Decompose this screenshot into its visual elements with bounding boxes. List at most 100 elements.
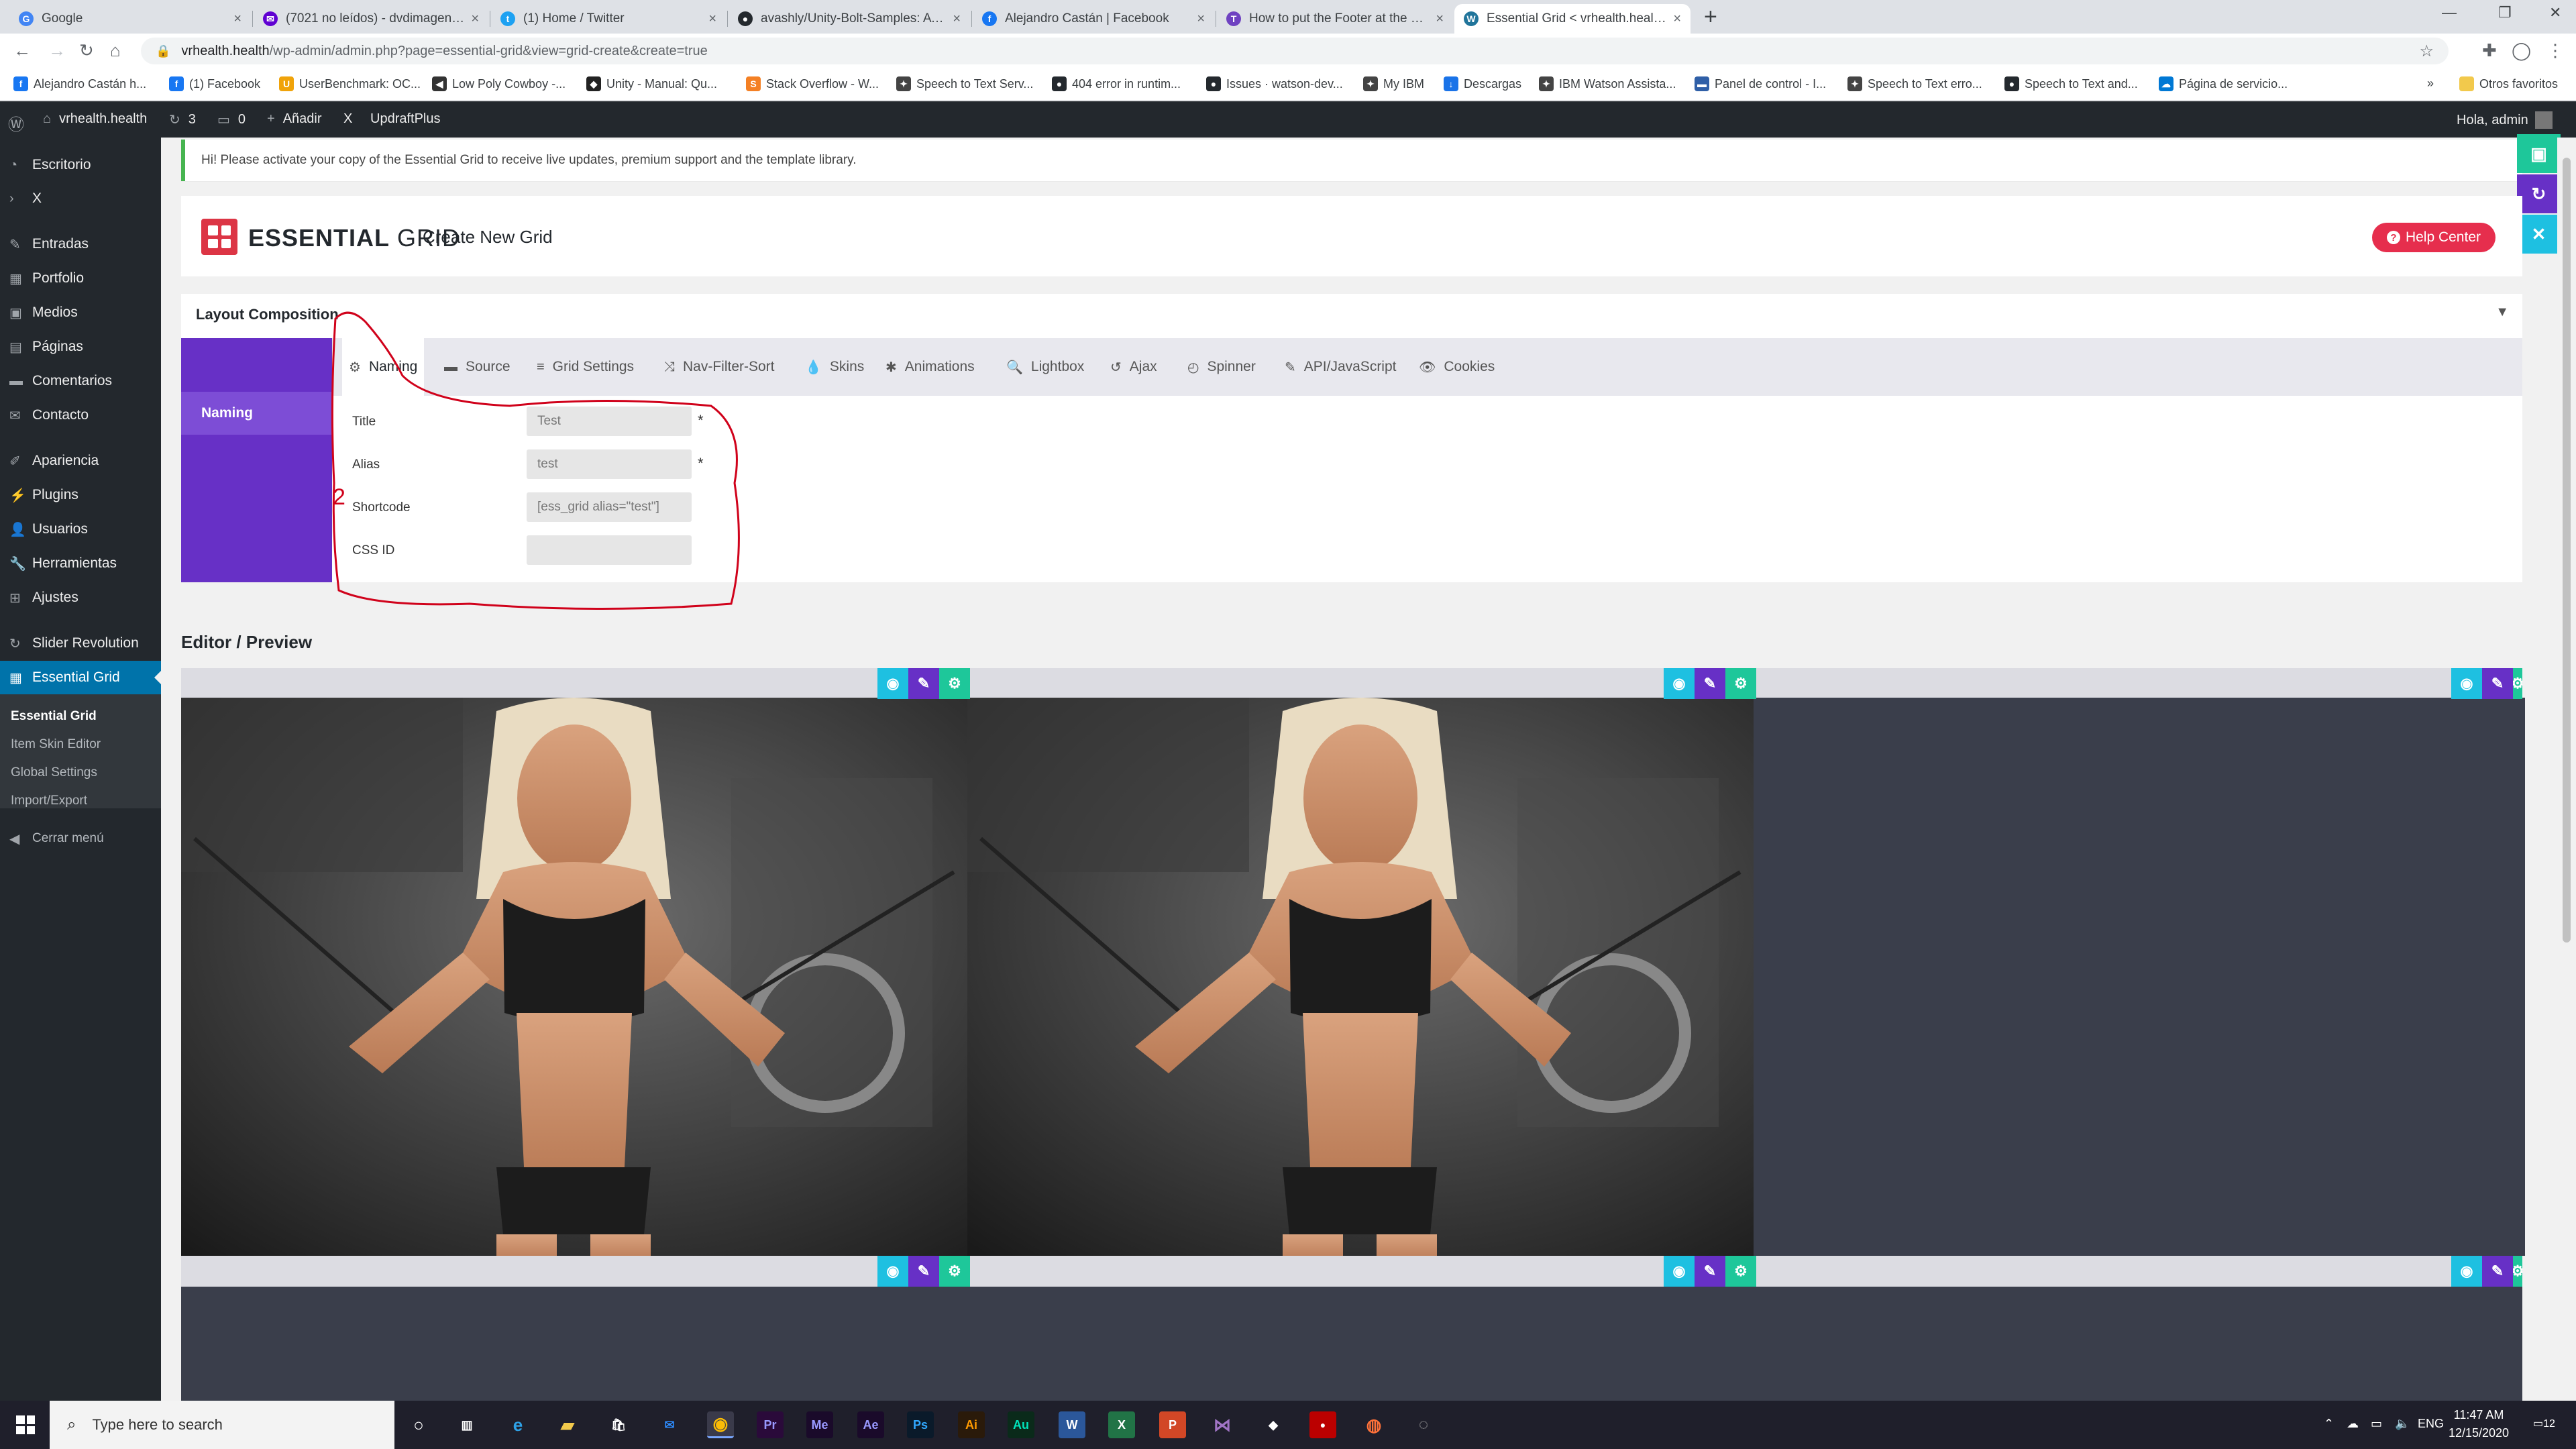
menu-kebab-icon[interactable]: ⋮ [2546,40,2564,61]
tab-grid-settings[interactable]: ≡ Grid Settings [537,338,634,396]
close-icon[interactable]: × [708,11,716,27]
forward-arrow-icon[interactable]: → [48,40,66,61]
media-encoder-icon[interactable]: Me [806,1411,833,1438]
page-scrollbar[interactable] [2557,138,2576,1401]
address-bar[interactable]: 🔒 vrhealth.health/wp-admin/admin.php?pag… [141,38,2449,64]
illustrator-icon[interactable]: Ai [958,1411,985,1438]
comments-link[interactable]: ▭ 0 [217,111,246,128]
system-clock[interactable]: 11:47 AM 12/15/2020 [2442,1406,2516,1442]
tab-nav-filter-sort[interactable]: ⤨ Nav-Filter-Sort [664,338,775,396]
bookmark-item[interactable]: ✦ IBM Watson Assista... [1539,76,1676,91]
bookmark-item[interactable]: ● Speech to Text and... [2004,76,2138,91]
scrollbar-thumb[interactable] [2563,158,2571,943]
tab-github[interactable]: ● avashly/Unity-Bolt-Samples: A co... × [729,4,970,34]
eye-icon[interactable]: ◉ [877,668,908,699]
pencil-icon[interactable]: ✎ [1695,1256,1725,1287]
extensions-icon[interactable]: ✚ [2482,40,2497,61]
refresh-icon[interactable]: ↻ [2517,174,2561,213]
site-name-link[interactable]: ⌂ vrhealth.health [43,111,147,127]
gear-icon[interactable]: ⚙ [1725,1256,1756,1287]
pencil-icon[interactable]: ✎ [908,1256,939,1287]
gear-icon[interactable]: ⚙ [1725,668,1756,699]
close-icon[interactable]: × [233,11,241,27]
bookmark-item[interactable]: ◀ Low Poly Cowboy -... [432,76,566,91]
pencil-icon[interactable]: ✎ [908,668,939,699]
tab-lightbox[interactable]: 🔍 Lightbox [1006,338,1084,396]
store-icon[interactable]: 🛍 [605,1411,632,1438]
tab-essential-grid[interactable]: W Essential Grid < vrhealth.health — × [1454,4,1690,34]
sidebar-item-x[interactable]: › X [0,182,161,215]
grid-item-empty[interactable] [1754,698,2525,1256]
gear-icon[interactable]: ⚙ [939,668,970,699]
app-icon[interactable]: ◌ [1410,1411,1437,1438]
tab-skins[interactable]: 💧 Skins [805,338,864,396]
bookmark-item[interactable]: ↓ Descargas [1444,76,1521,91]
alias-input[interactable] [527,449,692,479]
sidebar-item-slider-revolution[interactable]: ↻ Slider Revolution [0,627,161,660]
sidebar-item-usuarios[interactable]: 👤 Usuarios [0,513,161,546]
after-effects-icon[interactable]: Ae [857,1411,884,1438]
eye-icon[interactable]: ◉ [877,1256,908,1287]
excel-icon[interactable]: X [1108,1411,1135,1438]
x-link[interactable]: X [343,111,352,127]
bookmark-item[interactable]: ✦ Speech to Text Serv... [896,76,1033,91]
cortana-icon[interactable]: ○ [405,1411,432,1438]
gear-icon[interactable]: ⚙ [2513,668,2522,699]
account-menu[interactable]: Hola, admin [2457,111,2553,129]
tab-spinner[interactable]: ◴ Spinner [1187,338,1256,396]
file-explorer-icon[interactable]: ▰ [554,1411,581,1438]
minimize-button[interactable]: — [2442,4,2457,21]
eye-icon[interactable]: ◉ [1664,1256,1695,1287]
other-favorites-folder[interactable]: ■ Otros favoritos [2459,76,2558,91]
notifications-button[interactable]: ▭12 [2533,1417,2555,1430]
css-id-input[interactable] [527,535,692,565]
new-content-link[interactable]: + Añadir [267,111,322,127]
sidebar-item-comentarios[interactable]: ▬ Comentarios [0,364,161,398]
bookmark-item[interactable]: U UserBenchmark: OC... [279,76,421,91]
profile-avatar-icon[interactable]: ◯ [2512,40,2531,61]
bookmark-item[interactable]: S Stack Overflow - W... [746,76,879,91]
recorder-icon[interactable]: ● [1309,1411,1336,1438]
title-input[interactable] [527,407,692,436]
sidebar-item-contacto[interactable]: ✉ Contacto [0,398,161,432]
close-icon[interactable]: × [953,11,961,27]
audition-icon[interactable]: Au [1008,1411,1034,1438]
submenu-global-settings[interactable]: Global Settings [11,765,97,780]
gear-icon[interactable]: ⚙ [2513,1256,2522,1287]
network-icon[interactable]: ▭ [2371,1417,2382,1431]
updraftplus-link[interactable]: UpdraftPlus [370,111,441,127]
sidebar-item-entradas[interactable]: ✎ Entradas [0,227,161,261]
collapse-menu-button[interactable]: ◀ Cerrar menú [0,822,161,855]
eye-icon[interactable]: ◉ [1664,668,1695,699]
tab-google[interactable]: G Google × [9,4,251,34]
eye-icon[interactable]: ◉ [2451,1256,2482,1287]
edge-icon[interactable]: e [504,1411,531,1438]
sidebar-item-escritorio[interactable]: ◔ Escritorio [0,148,161,182]
close-window-button[interactable]: ✕ [2549,4,2561,21]
restore-button[interactable]: ❐ [2498,4,2512,21]
bookmark-item[interactable]: ✦ Speech to Text erro... [1847,76,1982,91]
sidebar-item-portfolio[interactable]: ▦ Portfolio [0,262,161,295]
back-arrow-icon[interactable]: ← [13,40,31,61]
bookmark-item[interactable]: ✦ My IBM [1363,76,1424,91]
task-view-icon[interactable]: ▥ [453,1411,480,1438]
submenu-essential-grid[interactable]: Essential Grid [11,709,97,724]
bookmark-item[interactable]: f (1) Facebook [169,76,260,91]
taskbar-search-box[interactable]: ⌕ Type here to search [50,1401,394,1449]
help-center-button[interactable]: ? Help Center [2371,223,2496,252]
sidebar-item-medios[interactable]: ▣ Medios [0,296,161,329]
close-icon[interactable]: × [1436,11,1444,27]
unity-icon[interactable]: ◆ [1260,1411,1287,1438]
word-icon[interactable]: W [1059,1411,1085,1438]
submenu-import-export[interactable]: Import/Export [11,794,87,808]
premiere-icon[interactable]: Pr [757,1411,784,1438]
close-icon[interactable]: × [1673,11,1681,27]
sidebar-item-paginas[interactable]: ▤ Páginas [0,330,161,364]
sidebar-item-herramientas[interactable]: 🔧 Herramientas [0,547,161,580]
tab-yahoo-mail[interactable]: ✉ (7021 no leídos) - dvdimagen@y... × [254,4,488,34]
close-icon[interactable]: ✕ [2517,215,2561,254]
tab-cookies[interactable]: 👁 Cookies [1419,338,1495,396]
submenu-item-skin-editor[interactable]: Item Skin Editor [11,737,101,752]
mail-icon[interactable]: ✉ [656,1411,683,1438]
side-panel-active-item[interactable]: Naming [181,392,332,435]
